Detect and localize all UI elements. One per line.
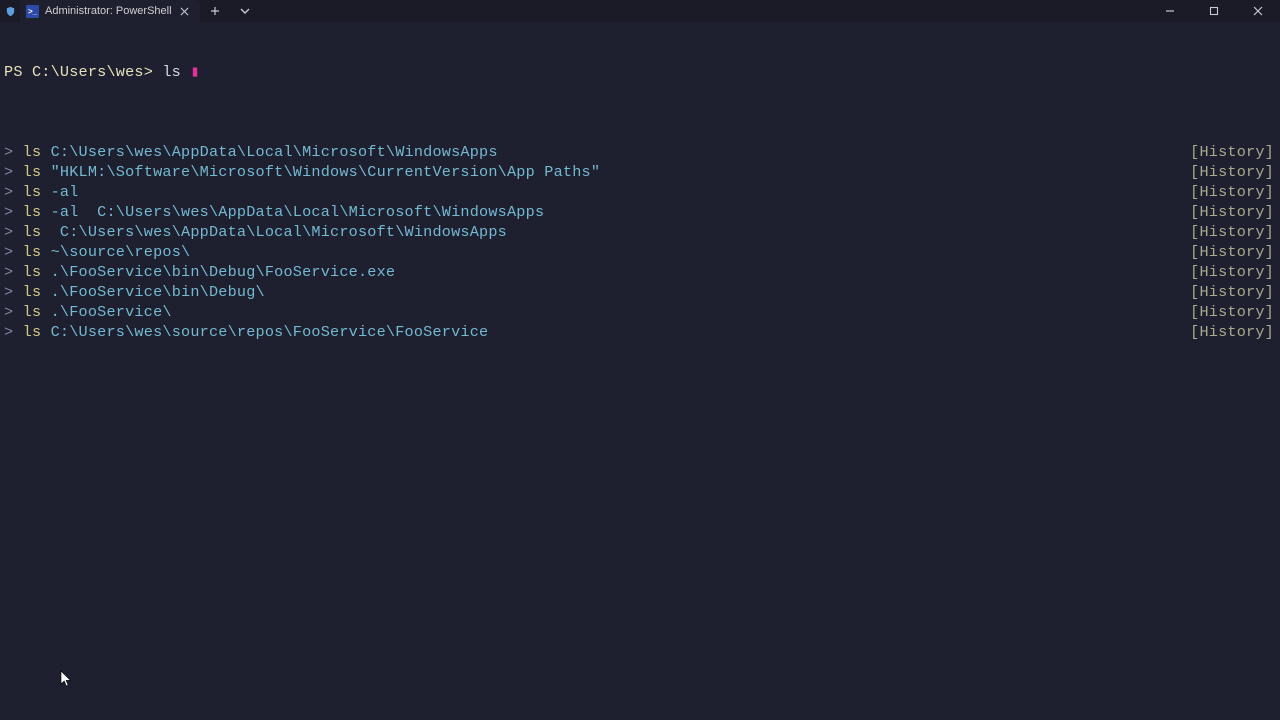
history-suggestion[interactable]: > ls .\FooService\bin\Debug\FooService.e…	[4, 262, 1280, 282]
typed-input: ls	[162, 62, 181, 82]
suggestion-command: ls	[23, 302, 42, 322]
suggestion-argument: C:\Users\wes\AppData\Local\Microsoft\Win…	[41, 222, 507, 242]
titlebar: >_ Administrator: PowerShell	[0, 0, 1280, 22]
suggestion-command: ls	[23, 142, 42, 162]
suggestion-argument: ~\source\repos\	[41, 242, 190, 262]
history-tag: [History]	[1190, 262, 1280, 282]
history-suggestion[interactable]: > ls -al C:\Users\wes\AppData\Local\Micr…	[4, 202, 1280, 222]
prompt-line: PS C:\Users\wes> ls ▮	[4, 62, 1280, 82]
suggestion-command: ls	[23, 282, 42, 302]
suggestion-argument: .\FooService\bin\Debug\FooService.exe	[41, 262, 395, 282]
chevron-right-icon: >	[4, 202, 13, 222]
cursor: ▮	[190, 62, 199, 82]
suggestion-command: ls	[23, 262, 42, 282]
suggestion-argument: -al	[41, 182, 78, 202]
chevron-right-icon: >	[4, 242, 13, 262]
history-tag: [History]	[1190, 222, 1280, 242]
history-suggestion[interactable]: > ls .\FooService\ [History]	[4, 302, 1280, 322]
tab-close-button[interactable]	[178, 4, 192, 18]
powershell-icon: >_	[26, 5, 39, 18]
maximize-button[interactable]	[1192, 0, 1236, 22]
history-tag: [History]	[1190, 142, 1280, 162]
suggestion-argument: C:\Users\wes\source\repos\FooService\Foo…	[41, 322, 488, 342]
history-tag: [History]	[1190, 182, 1280, 202]
history-tag: [History]	[1190, 322, 1280, 342]
history-suggestion[interactable]: > ls -al [History]	[4, 182, 1280, 202]
suggestion-argument: C:\Users\wes\AppData\Local\Microsoft\Win…	[41, 142, 497, 162]
history-tag: [History]	[1190, 302, 1280, 322]
chevron-right-icon: >	[4, 142, 13, 162]
chevron-right-icon: >	[4, 222, 13, 242]
mouse-pointer-icon	[60, 670, 72, 688]
history-suggestion[interactable]: > ls ~\source\repos\ [History]	[4, 242, 1280, 262]
terminal-viewport[interactable]: PS C:\Users\wes> ls ▮ > ls C:\Users\wes\…	[0, 22, 1280, 362]
chevron-right-icon: >	[4, 162, 13, 182]
tab-powershell[interactable]: >_ Administrator: PowerShell	[20, 0, 200, 22]
suggestion-argument: .\FooService\	[41, 302, 171, 322]
chevron-right-icon: >	[4, 262, 13, 282]
suggestion-argument: "HKLM:\Software\Microsoft\Windows\Curren…	[41, 162, 600, 182]
suggestion-argument: -al C:\Users\wes\AppData\Local\Microsoft…	[41, 202, 544, 222]
chevron-right-icon: >	[4, 182, 13, 202]
history-suggestion[interactable]: > ls .\FooService\bin\Debug\ [History]	[4, 282, 1280, 302]
suggestion-command: ls	[23, 222, 42, 242]
history-tag: [History]	[1190, 162, 1280, 182]
prompt-text: PS C:\Users\wes>	[4, 62, 153, 82]
suggestion-command: ls	[23, 182, 42, 202]
close-window-button[interactable]	[1236, 0, 1280, 22]
chevron-right-icon: >	[4, 322, 13, 342]
history-suggestion[interactable]: > ls "HKLM:\Software\Microsoft\Windows\C…	[4, 162, 1280, 182]
tab-title: Administrator: PowerShell	[45, 5, 172, 17]
tab-dropdown-button[interactable]	[230, 0, 260, 22]
history-suggestion[interactable]: > ls C:\Users\wes\AppData\Local\Microsof…	[4, 222, 1280, 242]
suggestion-argument: .\FooService\bin\Debug\	[41, 282, 265, 302]
suggestion-command: ls	[23, 202, 42, 222]
history-suggestion[interactable]: > ls C:\Users\wes\AppData\Local\Microsof…	[4, 142, 1280, 162]
uac-shield-icon	[0, 6, 20, 17]
history-suggestion[interactable]: > ls C:\Users\wes\source\repos\FooServic…	[4, 322, 1280, 342]
minimize-button[interactable]	[1148, 0, 1192, 22]
chevron-right-icon: >	[4, 282, 13, 302]
history-tag: [History]	[1190, 202, 1280, 222]
history-tag: [History]	[1190, 242, 1280, 262]
suggestion-command: ls	[23, 162, 42, 182]
chevron-right-icon: >	[4, 302, 13, 322]
suggestion-command: ls	[23, 322, 42, 342]
new-tab-button[interactable]	[200, 0, 230, 22]
suggestion-command: ls	[23, 242, 42, 262]
history-tag: [History]	[1190, 282, 1280, 302]
